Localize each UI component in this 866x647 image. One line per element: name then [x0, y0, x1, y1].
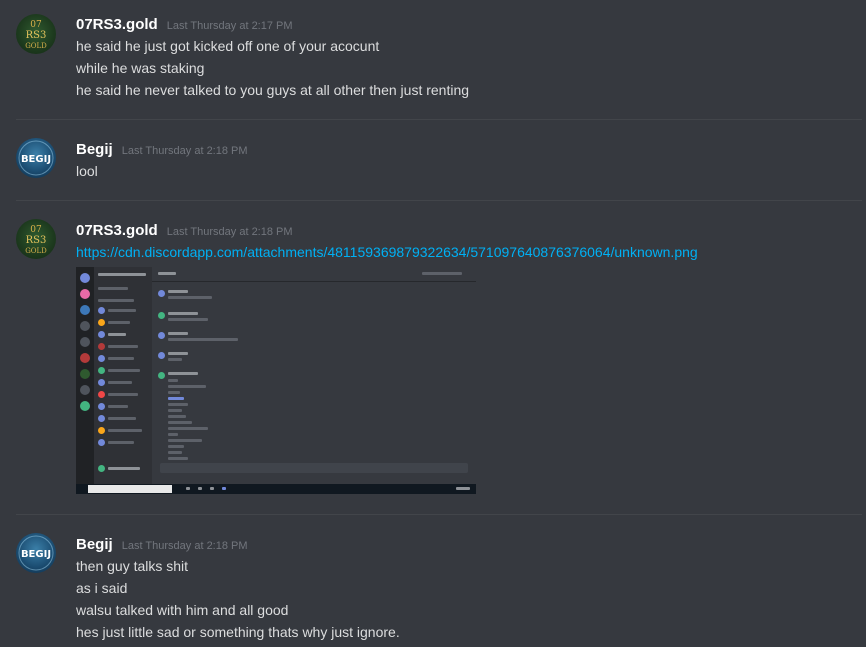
gold-logo-icon: 07 RS3 GOLD — [25, 225, 47, 255]
message-text: hes just little sad or something thats w… — [76, 624, 400, 640]
message-text: he said he never talked to you guys at a… — [76, 82, 470, 98]
message-header: Begij Last Thursday at 2:18 PM — [76, 534, 248, 553]
message-text: then guy talks shit — [76, 558, 189, 574]
svg-text:BEGIJ: BEGIJ — [21, 154, 51, 165]
message-header: 07RS3.gold Last Thursday at 2:18 PM — [76, 220, 293, 239]
attachment-chat — [152, 282, 476, 484]
svg-text:RS3: RS3 — [26, 235, 47, 246]
svg-text:BEGIJ: BEGIJ — [21, 549, 51, 560]
attachment-topbar — [152, 267, 476, 282]
avatar[interactable]: 07 RS3 GOLD — [16, 219, 56, 259]
message-divider — [16, 200, 862, 201]
attachment-taskbar — [76, 484, 476, 494]
svg-text:07: 07 — [30, 20, 42, 30]
avatar[interactable]: BEGIJ — [16, 138, 56, 178]
timestamp: Last Thursday at 2:18 PM — [121, 145, 248, 157]
attachment-link[interactable]: https://cdn.discordapp.com/attachments/4… — [76, 244, 698, 260]
gold-logo-icon: 07 RS3 GOLD — [25, 20, 47, 50]
attachment-message-input — [160, 463, 468, 473]
message-text: lool — [76, 163, 98, 179]
svg-text:RS3: RS3 — [26, 30, 47, 41]
timestamp: Last Thursday at 2:17 PM — [166, 20, 293, 32]
svg-text:07: 07 — [30, 225, 42, 235]
timestamp: Last Thursday at 2:18 PM — [121, 540, 248, 552]
attachment-guild-bar — [76, 267, 94, 484]
begij-logo-icon: BEGIJ — [18, 535, 54, 571]
message-text: he said he just got kicked off one of yo… — [76, 38, 380, 54]
username[interactable]: Begij — [76, 141, 113, 158]
avatar[interactable]: BEGIJ — [16, 533, 56, 573]
begij-logo-icon: BEGIJ — [18, 140, 54, 176]
username[interactable]: Begij — [76, 536, 113, 553]
message-text: https://cdn.discordapp.com/attachments/4… — [76, 244, 698, 260]
attachment-image[interactable] — [76, 267, 476, 494]
attachment-channel-list — [94, 267, 152, 484]
username[interactable]: 07RS3.gold — [76, 222, 158, 239]
message-header: Begij Last Thursday at 2:18 PM — [76, 139, 248, 158]
message-text: walsu talked with him and all good — [76, 602, 289, 618]
username[interactable]: 07RS3.gold — [76, 16, 158, 33]
svg-text:GOLD: GOLD — [25, 247, 47, 255]
message-divider — [16, 119, 862, 120]
message-header: 07RS3.gold Last Thursday at 2:17 PM — [76, 14, 293, 33]
timestamp: Last Thursday at 2:18 PM — [166, 226, 293, 238]
message-text: while he was staking — [76, 60, 205, 76]
message-text: as i said — [76, 580, 128, 596]
avatar[interactable]: 07 RS3 GOLD — [16, 14, 56, 54]
svg-text:GOLD: GOLD — [25, 42, 47, 50]
message-divider — [16, 514, 862, 515]
